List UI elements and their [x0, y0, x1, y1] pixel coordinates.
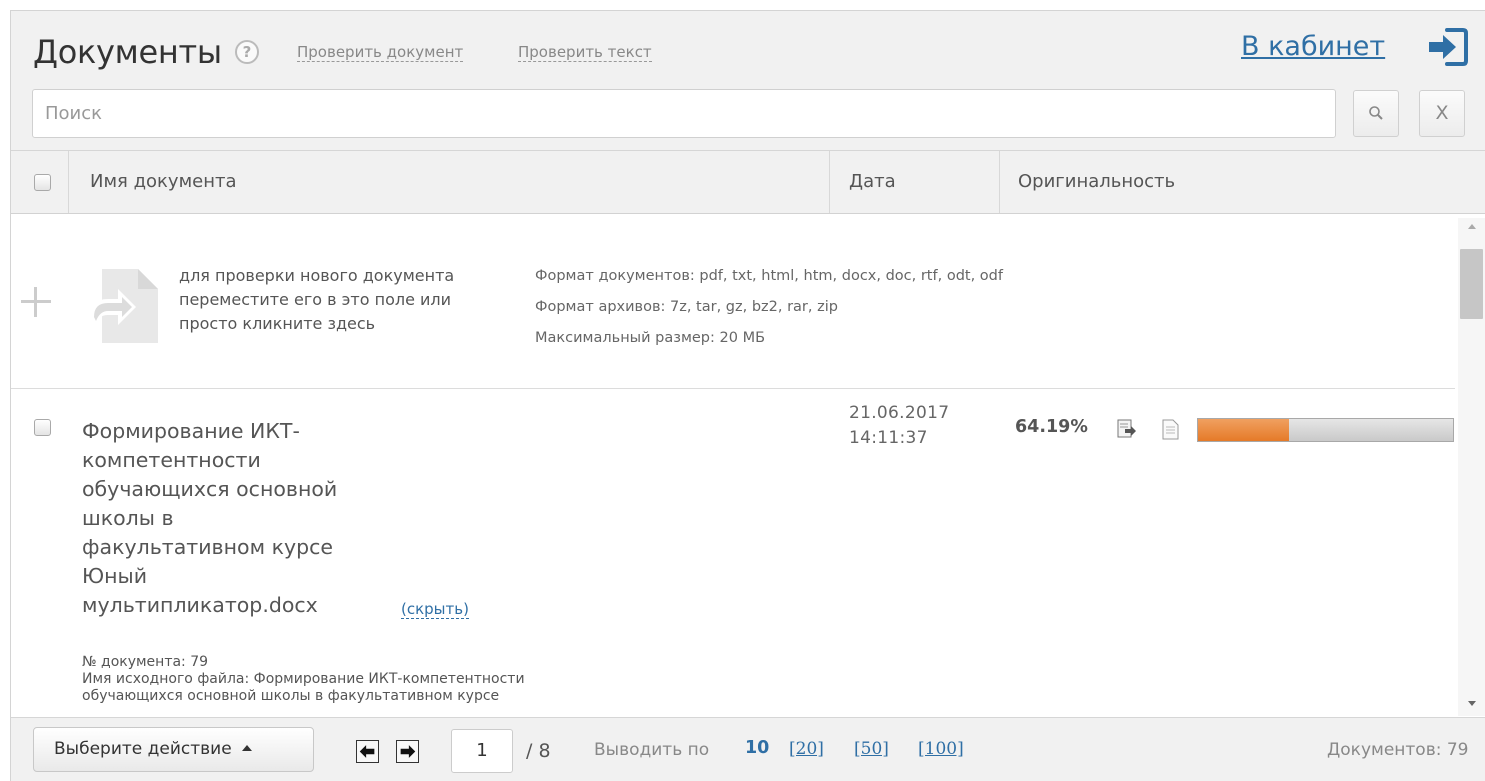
- row-checkbox[interactable]: [34, 419, 51, 436]
- table-header: Имя документа Дата Оригинальность: [11, 151, 1485, 214]
- per-page-label: Выводить по: [594, 740, 710, 760]
- originality-bar-fill: [1198, 419, 1290, 441]
- doc-formats: Формат документов: pdf, txt, html, htm, …: [535, 268, 1003, 284]
- plus-icon: [21, 287, 51, 317]
- table-row: Формирование ИКТ- компетентности обучающ…: [11, 389, 1455, 717]
- per-page-option-20[interactable]: [20]: [789, 739, 824, 759]
- check-document-link[interactable]: Проверить документ: [297, 44, 464, 62]
- column-originality[interactable]: Оригинальность: [1018, 151, 1175, 213]
- max-size: Максимальный размер: 20 МБ: [535, 330, 766, 346]
- search-icon: [1369, 106, 1383, 120]
- upload-hint-line: переместите его в это поле или: [179, 290, 452, 309]
- select-all-checkbox[interactable]: [34, 174, 51, 191]
- archive-formats: Формат архивов: 7z, tar, gz, bz2, rar, z…: [535, 299, 838, 315]
- action-dropdown-button[interactable]: Выберите действие: [33, 727, 314, 772]
- document-name[interactable]: Формирование ИКТ- компетентности обучающ…: [82, 417, 402, 620]
- footer: Выберите действие 1 / 8 Выводить по 10 […: [11, 717, 1485, 781]
- scrollbar-thumb[interactable]: [1460, 249, 1483, 319]
- column-name[interactable]: Имя документа: [90, 151, 237, 213]
- per-page-option-100[interactable]: [100]: [918, 739, 964, 759]
- format-info: Формат документов: pdf, txt, html, htm, …: [535, 261, 1003, 354]
- login-icon[interactable]: [1425, 25, 1469, 69]
- document-date: 21.06.2017 14:11:37: [849, 403, 950, 448]
- hide-details-link[interactable]: (скрыть): [401, 601, 469, 619]
- upload-hint-line: просто кликните здесь: [179, 314, 376, 333]
- check-text-link[interactable]: Проверить текст: [518, 44, 652, 62]
- scroll-down-arrow-icon[interactable]: [1468, 701, 1476, 706]
- originality-percent: 64.19%: [1015, 417, 1088, 437]
- prev-page-icon[interactable]: [356, 740, 379, 763]
- document-meta: № документа: 79 Имя исходного файла: Фор…: [82, 654, 525, 704]
- next-page-icon[interactable]: [396, 740, 419, 763]
- per-page-current: 10: [745, 738, 770, 758]
- upload-dropzone[interactable]: для проверки нового документа переместит…: [11, 215, 1455, 389]
- column-divider: [829, 151, 830, 213]
- cabinet-link[interactable]: В кабинет: [1241, 31, 1385, 62]
- document-text-icon[interactable]: [1162, 419, 1179, 440]
- help-icon[interactable]: ?: [235, 40, 259, 64]
- upload-hint: для проверки нового документа переместит…: [179, 264, 524, 336]
- caret-up-icon: [241, 745, 252, 751]
- column-divider: [999, 151, 1000, 213]
- documents-panel: Документы ? Проверить документ Проверить…: [10, 10, 1485, 781]
- per-page-option-50[interactable]: [50]: [854, 739, 889, 759]
- search-input[interactable]: Поиск: [32, 89, 1336, 138]
- select-all-cell: [11, 151, 69, 213]
- originality-bar: [1197, 418, 1454, 442]
- page-total: / 8: [526, 740, 551, 762]
- table-body: для проверки нового документа переместит…: [11, 215, 1455, 717]
- clear-search-button[interactable]: X: [1419, 90, 1465, 137]
- upload-hint-line: для проверки нового документа: [179, 266, 455, 285]
- document-count: Документов: 79: [1327, 740, 1469, 760]
- header: Документы ? Проверить документ Проверить…: [11, 11, 1485, 151]
- page-number-input[interactable]: 1: [451, 729, 513, 773]
- search-button[interactable]: [1353, 90, 1399, 137]
- report-export-icon[interactable]: [1117, 419, 1137, 439]
- scroll-up-arrow-icon[interactable]: [1468, 224, 1476, 229]
- page-title: Документы: [33, 33, 222, 71]
- column-date[interactable]: Дата: [849, 151, 896, 213]
- document-upload-icon: [90, 269, 158, 343]
- action-label: Выберите действие: [54, 739, 232, 759]
